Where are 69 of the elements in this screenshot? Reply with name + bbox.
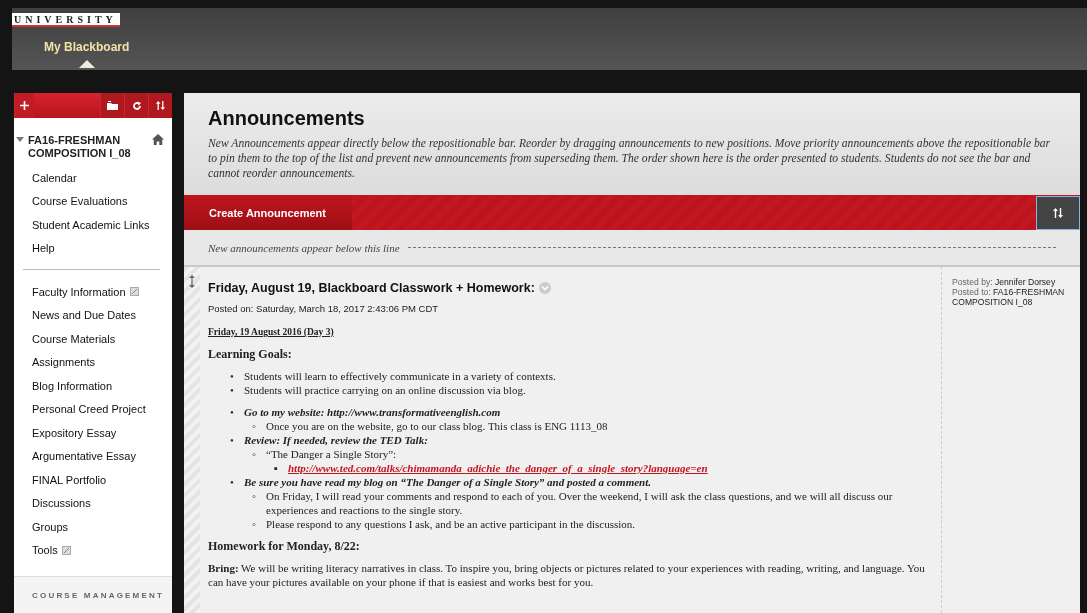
posted-date: Posted on: Saturday, March 18, 2017 2:43:06 PM CDT — [208, 303, 440, 314]
list-bullet: ◦ — [252, 517, 257, 531]
list-item-text: “The Danger a Single Story”: — [266, 447, 397, 461]
date-heading: Friday, 19 August 2016 (Day 3) — [208, 326, 334, 339]
list-item-text: Students will learn to effectively communicate in a variety of contexts. — [244, 369, 556, 383]
course-title[interactable]: FA16-FRESHMAN COMPOSITION I_08 — [28, 134, 148, 160]
section-heading: Homework for Monday, 8/22: — [208, 539, 361, 553]
menu-link[interactable]: Expository Essay — [32, 426, 117, 439]
create-announcement-button[interactable]: Create Announcement — [184, 195, 352, 230]
add-button[interactable] — [14, 93, 34, 118]
folder-icon — [107, 101, 118, 110]
page-title: Announcements — [208, 107, 366, 130]
course-management-label[interactable]: COURSE MANAGEMENT — [14, 576, 172, 613]
list-item-text: Go to my website: http://www.transformativeenglish.com — [244, 405, 501, 419]
menu-link[interactable]: Course Evaluations — [32, 195, 128, 208]
list-item-text: Be sure you have read my blog on “The Danger of a Single Story” and posted a comment. — [244, 475, 651, 489]
list-bullet: ▪ — [274, 461, 279, 475]
home-icon[interactable] — [152, 134, 164, 145]
hidden-link-icon — [129, 287, 139, 297]
announcement-title: Friday, August 19, Blackboard Classwork + Homework: — [208, 281, 535, 295]
list-item-text: Once you are on the website, go to our class blog. This class is ENG 1113_08 — [266, 419, 608, 433]
plus-icon — [20, 101, 29, 110]
menu-link[interactable]: Blog Information — [32, 379, 113, 392]
list-bullet: ◦ — [252, 447, 257, 461]
menu-link[interactable]: Help — [32, 242, 55, 255]
menu-link[interactable]: Student Academic Links — [32, 218, 150, 231]
sort-icon — [155, 100, 166, 111]
reorder-button[interactable] — [1036, 195, 1080, 230]
university-logo: UNIVERSITY — [12, 13, 120, 27]
list-item-text: Students will practice carrying on an online discussion via blog. — [244, 383, 526, 397]
menu-link[interactable]: Calendar — [32, 171, 77, 184]
list-item-text: On Friday, I will read your comments and respond to each of you. Over the weekend, I will ask the class questions, and we will all discuss our experiences and reactions to the single story. — [266, 489, 894, 517]
drag-handle[interactable] — [184, 267, 200, 613]
menu-link[interactable]: Groups — [32, 520, 69, 533]
ted-talk-link[interactable]: http://www.ted.com/talks/chimamanda_adichie_the_danger_of_a_single_story?language=en — [288, 461, 708, 475]
menu-link[interactable]: Discussions — [32, 497, 91, 510]
section-heading: Learning Goals: — [208, 347, 293, 361]
menu-link[interactable]: Personal Creed Project — [32, 403, 146, 416]
drag-icon — [189, 275, 195, 288]
posted-by-line: Posted by: Jennifer Dorsey — [952, 277, 1057, 287]
list-bullet: • — [230, 475, 235, 489]
paragraph: Bring: We will be writing literacy narratives in class. To inspire you, bring objects or pictures related to your experiences with reading, writing, and language. You can have your pictures available on your phone if that is easiest and works best for you. — [208, 561, 926, 589]
divider-note: New announcements appear below this line — [208, 241, 400, 254]
menu-link[interactable]: Assignments — [32, 356, 95, 369]
folder-button[interactable] — [100, 93, 124, 118]
refresh-icon — [131, 100, 142, 111]
pointer-icon — [78, 60, 95, 68]
sort-icon — [1052, 206, 1064, 219]
menu-link[interactable]: Faculty Information — [32, 285, 126, 298]
posted-to-line: Posted to: FA16-FRESHMAN COMPOSITION I_08 — [952, 287, 1066, 307]
list-bullet: ◦ — [252, 489, 257, 504]
list-bullet: • — [230, 433, 235, 447]
list-item-text: Please respond to any questions I ask, and be an active participant in the discussion. — [266, 517, 636, 531]
menu-link[interactable]: Course Materials — [32, 332, 116, 345]
list-item-text: Review: If needed, review the TED Talk: — [244, 433, 428, 447]
menu-link[interactable]: FINAL Portfolio — [32, 473, 107, 486]
collapse-icon[interactable] — [16, 136, 24, 144]
list-bullet: • — [230, 369, 235, 383]
sort-button[interactable] — [148, 93, 172, 118]
menu-link[interactable]: Argumentative Essay — [32, 450, 136, 463]
menu-link[interactable]: Tools — [32, 544, 58, 557]
page-description: New Announcements appear directly below the repositionable bar. Reorder by dragging announcements to new positions. Move priority announcements above the repositionable bar to pin them to the top of the list and prevent new announcements from superseding them. The order shown here is the order presented to students. Students do not see the bar and cannot reorder announcements. — [208, 136, 1052, 181]
hidden-link-icon — [61, 545, 71, 555]
list-bullet: • — [230, 383, 235, 397]
menu-link[interactable]: News and Due Dates — [32, 309, 136, 322]
list-bullet: • — [230, 405, 235, 419]
refresh-button[interactable] — [124, 93, 148, 118]
nav-tab[interactable]: My Blackboard — [44, 40, 130, 68]
list-bullet: ◦ — [252, 419, 257, 433]
